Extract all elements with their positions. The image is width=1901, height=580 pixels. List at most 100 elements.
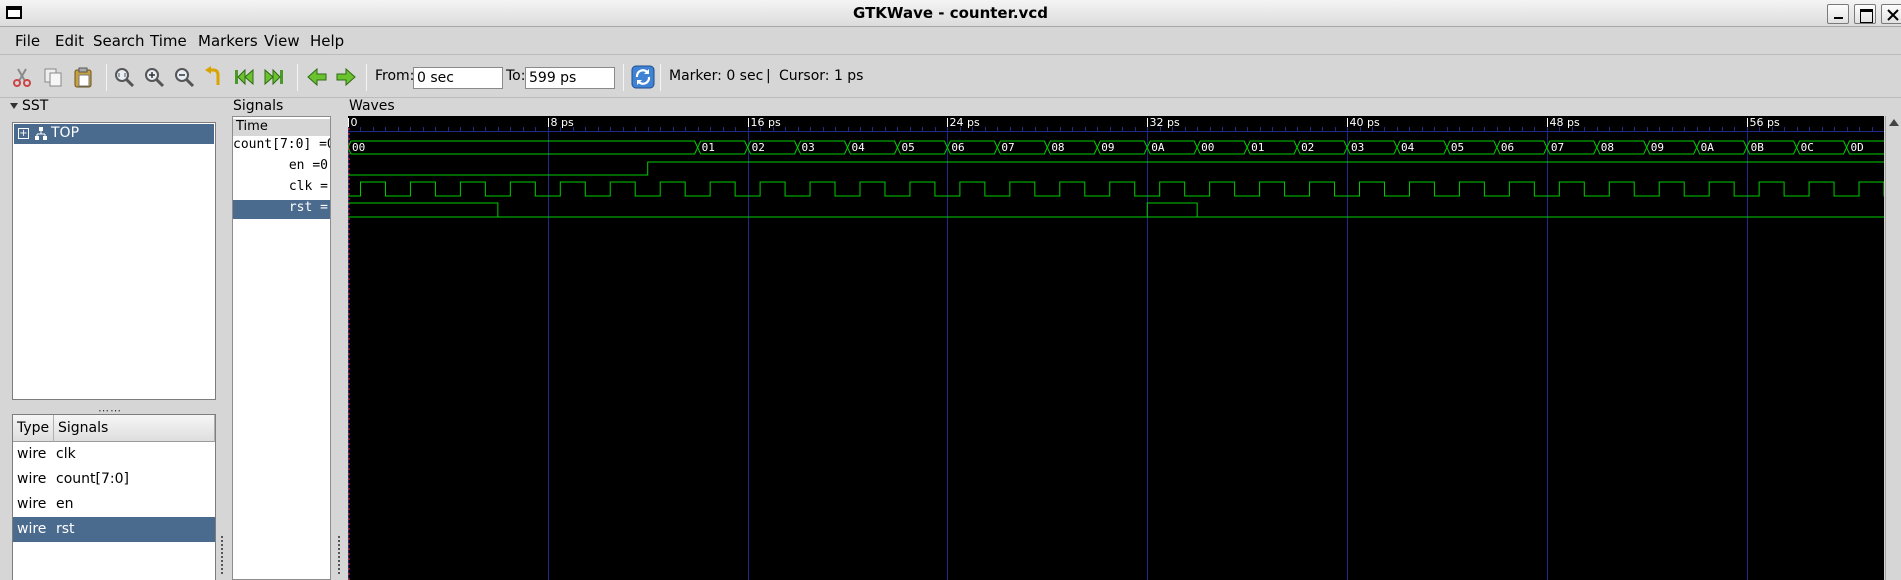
- bus-value-label: 03: [802, 141, 815, 154]
- cursor-readout: Cursor: 1 ps: [779, 68, 864, 84]
- signal-label-rst[interactable]: rst =: [233, 200, 330, 219]
- timeline-label: 24 ps: [950, 116, 980, 129]
- scroll-up-arrow[interactable]: [1889, 119, 1899, 126]
- bus-value-label: 00: [1201, 141, 1214, 154]
- to-time-input[interactable]: [525, 67, 615, 89]
- signal-name: count[7:0]: [56, 471, 129, 487]
- undo-zoom-icon[interactable]: [203, 66, 225, 88]
- sst-collapse-icon[interactable]: [10, 102, 18, 110]
- sst-signal-list: Type Signals wire clk wire count[7:0] wi…: [12, 414, 216, 580]
- menu-markers[interactable]: Markers: [198, 32, 258, 50]
- signal-label-count[interactable]: count[7:0] =0: [233, 137, 330, 156]
- bus-value-label: 00: [352, 141, 365, 154]
- zoom-fit-icon[interactable]: [113, 66, 135, 88]
- minimize-button[interactable]: [1827, 4, 1849, 24]
- bus-value-label: 04: [852, 141, 866, 154]
- expand-icon[interactable]: +: [18, 128, 29, 139]
- bus-value-label: 05: [1451, 141, 1464, 154]
- bus-value-label: 01: [702, 141, 715, 154]
- toolbar-separator: [623, 64, 624, 91]
- bus-value-label: 09: [1651, 141, 1664, 154]
- waveform-viewer[interactable]: 0 8 ps 16 ps 24 ps 32 ps 40 ps 48 ps 56 ps 00 01 0…: [348, 116, 1884, 580]
- bus-value-label: 08: [1051, 141, 1064, 154]
- toolbar-separator: [366, 64, 367, 91]
- signal-name: en: [56, 496, 74, 512]
- maximize-button[interactable]: [1854, 4, 1876, 24]
- signal-row-en[interactable]: wire en: [13, 492, 215, 517]
- signals-pane-title: Signals: [233, 98, 284, 114]
- from-label: From:: [375, 68, 415, 84]
- from-time-input[interactable]: [413, 67, 503, 89]
- timeline-label: 0: [351, 116, 358, 129]
- signal-row-clk[interactable]: wire clk: [13, 442, 215, 467]
- bus-value-label: 02: [1301, 141, 1314, 154]
- tree-item-label: TOP: [51, 125, 80, 141]
- bus-value-label: 02: [752, 141, 765, 154]
- bus-value-label: 0A: [1701, 141, 1715, 154]
- menu-help[interactable]: Help: [310, 32, 344, 50]
- signal-name: rst: [56, 521, 75, 537]
- window-title: GTKWave - counter.vcd: [853, 4, 1048, 22]
- tree-item-top[interactable]: + TOP: [14, 124, 214, 144]
- zoom-in-icon[interactable]: [143, 66, 165, 88]
- shift-right-icon[interactable]: [335, 66, 357, 88]
- menu-view[interactable]: View: [264, 32, 300, 50]
- timeline-label: 16 ps: [751, 116, 781, 129]
- bus-value-label: 08: [1601, 141, 1614, 154]
- cut-icon[interactable]: [11, 66, 33, 88]
- reload-icon[interactable]: [631, 65, 655, 89]
- paste-icon[interactable]: [72, 66, 94, 88]
- title-bar: GTKWave - counter.vcd: [0, 0, 1901, 27]
- copy-icon[interactable]: [42, 66, 64, 88]
- toolbar-separator: [660, 64, 661, 91]
- toolbar-separator: [106, 64, 107, 91]
- module-tree-icon: [35, 127, 47, 140]
- waves-pane-title: Waves: [349, 98, 395, 114]
- pane-resize-grip[interactable]: [221, 536, 224, 574]
- waves-vertical-scrollbar[interactable]: [1885, 116, 1901, 580]
- signal-type: wire: [17, 521, 47, 537]
- timeline-label: 48 ps: [1550, 116, 1580, 129]
- toolbar: From: To: Marker: 0 sec | Cursor: 1 ps: [0, 56, 1901, 98]
- to-label: To:: [506, 68, 526, 84]
- bus-value-label: 07: [1551, 141, 1564, 154]
- menu-edit[interactable]: Edit: [55, 32, 84, 50]
- menu-bar: File Edit Search Time Markers View Help: [0, 28, 1901, 55]
- sst-title: SST: [22, 98, 49, 114]
- close-icon: [1887, 9, 1899, 21]
- bus-value-label: 04: [1401, 141, 1415, 154]
- menu-search[interactable]: Search: [93, 32, 145, 50]
- signal-label-clk[interactable]: clk =: [233, 179, 330, 198]
- bus-value-label: 05: [901, 141, 914, 154]
- signal-type: wire: [17, 446, 47, 462]
- signal-label-en[interactable]: en =0: [233, 158, 330, 177]
- bus-value-label: 0D: [1851, 141, 1864, 154]
- zoom-to-start-icon[interactable]: [233, 66, 255, 88]
- waveform-canvas[interactable]: 0 8 ps 16 ps 24 ps 32 ps 40 ps 48 ps 56 ps 00 01 0…: [348, 116, 1884, 580]
- bus-value-label: 01: [1251, 141, 1264, 154]
- timeline-label: 8 ps: [551, 116, 574, 129]
- pane-resize-grip[interactable]: [338, 536, 341, 574]
- close-button[interactable]: [1881, 4, 1901, 24]
- bus-value-label: 0B: [1751, 141, 1765, 154]
- timeline-label: 40 ps: [1350, 116, 1380, 129]
- bus-value-label: 03: [1351, 141, 1364, 154]
- sst-hierarchy-tree[interactable]: + TOP: [12, 122, 216, 400]
- signal-row-rst[interactable]: wire rst: [13, 517, 215, 542]
- signal-type: wire: [17, 471, 47, 487]
- marker-readout: Marker: 0 sec: [669, 68, 764, 84]
- signal-type: wire: [17, 496, 47, 512]
- zoom-out-icon[interactable]: [173, 66, 195, 88]
- signal-row-count[interactable]: wire count[7:0]: [13, 467, 215, 492]
- column-header-type[interactable]: Type: [13, 415, 54, 442]
- menu-file[interactable]: File: [15, 32, 40, 50]
- menu-time[interactable]: Time: [150, 32, 187, 50]
- bus-value-label: 06: [1501, 141, 1514, 154]
- zoom-to-end-icon[interactable]: [263, 66, 285, 88]
- readout-separator: |: [766, 68, 771, 84]
- bus-value-label: 06: [951, 141, 964, 154]
- shift-left-icon[interactable]: [306, 66, 328, 88]
- column-header-signals[interactable]: Signals: [54, 415, 215, 442]
- timeline-label: 56 ps: [1750, 116, 1780, 129]
- toolbar-separator: [297, 64, 298, 91]
